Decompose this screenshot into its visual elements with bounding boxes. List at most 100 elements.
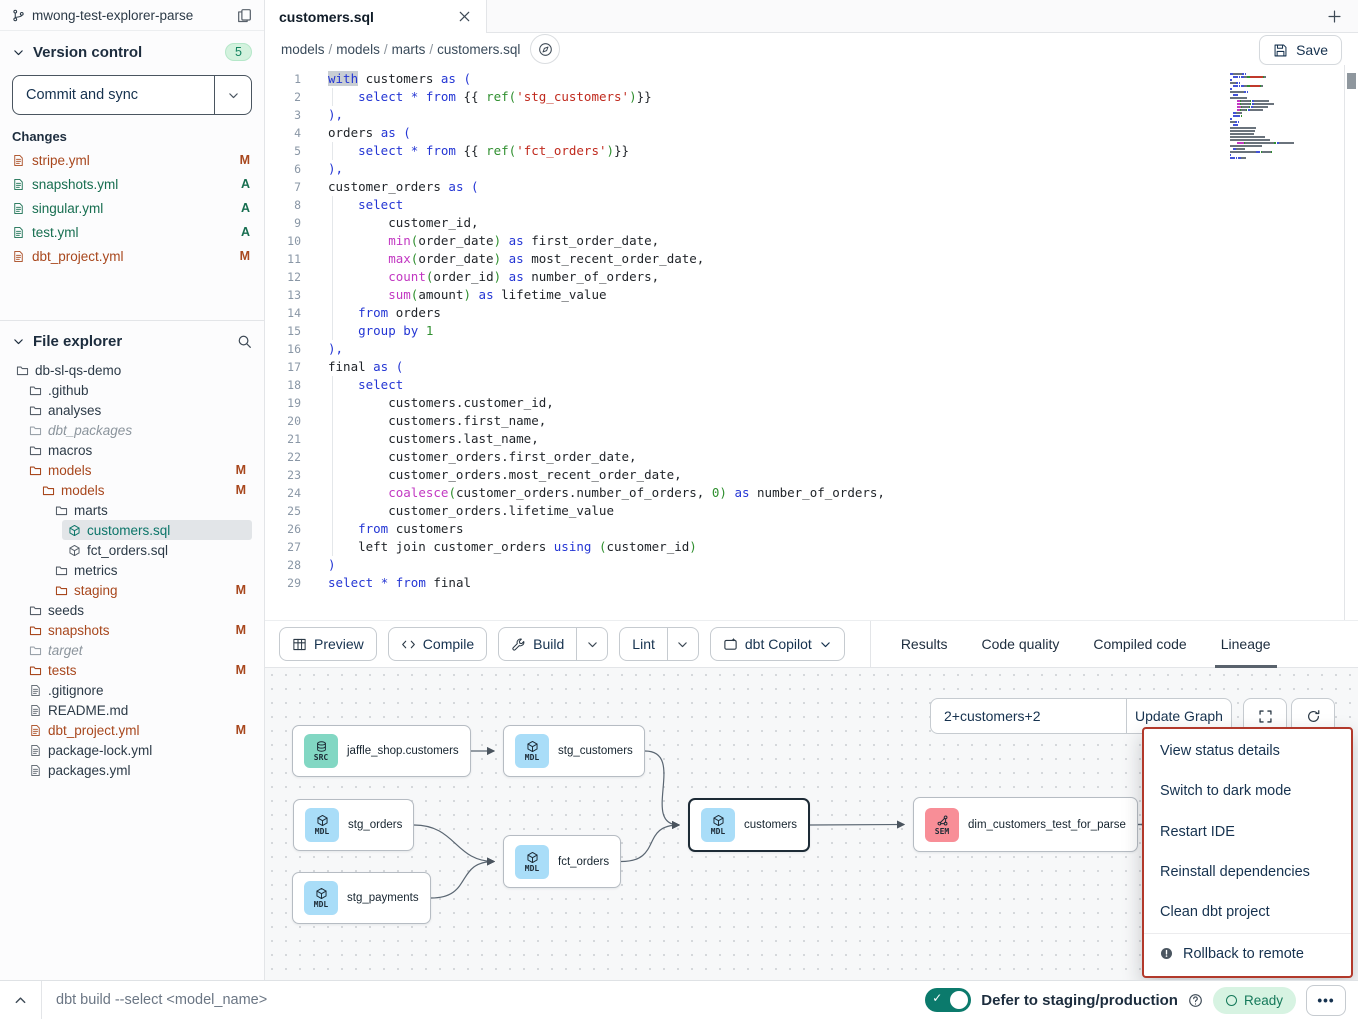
command-input[interactable]: dbt build --select <model_name> bbox=[56, 992, 267, 1008]
commit-options-dropdown[interactable] bbox=[214, 76, 251, 114]
tree-item-tests[interactable]: testsM bbox=[0, 660, 264, 680]
breadcrumb-segment[interactable]: models bbox=[281, 42, 325, 57]
code-line[interactable]: 9 customer_id, bbox=[265, 214, 1344, 232]
toolbar-button-compile[interactable]: Compile bbox=[388, 627, 487, 661]
breadcrumb-segment[interactable]: marts bbox=[392, 42, 426, 57]
lineage-node-stg_payments[interactable]: MDLstg_payments bbox=[292, 872, 431, 924]
menu-item-rollback-to-remote[interactable]: Rollback to remote bbox=[1144, 933, 1351, 974]
tree-item-dbt-packages[interactable]: dbt_packages bbox=[0, 420, 264, 440]
code-line[interactable]: 5 select * from {{ ref('fct_orders')}} bbox=[265, 142, 1344, 160]
editor-scrollbar[interactable] bbox=[1345, 65, 1358, 620]
defer-toggle[interactable]: ✓ bbox=[925, 988, 971, 1012]
menu-item-reinstall-dependencies[interactable]: Reinstall dependencies bbox=[1144, 852, 1351, 892]
close-icon[interactable] bbox=[457, 9, 472, 24]
code-line[interactable]: 10 min(order_date) as first_order_date, bbox=[265, 232, 1344, 250]
commit-and-sync-label[interactable]: Commit and sync bbox=[13, 76, 214, 114]
tree-item-models[interactable]: modelsM bbox=[0, 480, 264, 500]
code-line[interactable]: 20 customers.first_name, bbox=[265, 412, 1344, 430]
lineage-node-customers[interactable]: MDLcustomers bbox=[688, 798, 810, 852]
code-line[interactable]: 29select * from final bbox=[265, 574, 1344, 592]
breadcrumb-segment[interactable]: models bbox=[336, 42, 380, 57]
toolbar-button-lint-main[interactable]: Lint bbox=[620, 628, 667, 660]
tree-item-dbt-project-yml[interactable]: dbt_project.ymlM bbox=[0, 720, 264, 740]
tree-item--github[interactable]: .github bbox=[0, 380, 264, 400]
toolbar-button-dbt-copilot[interactable]: dbt Copilot bbox=[710, 627, 845, 661]
tab-lineage[interactable]: Lineage bbox=[1221, 620, 1271, 668]
code-line[interactable]: 15 group by 1 bbox=[265, 322, 1344, 340]
code-line[interactable]: 3), bbox=[265, 106, 1344, 124]
tree-item-package-lock-yml[interactable]: package-lock.yml bbox=[0, 740, 264, 760]
code-line[interactable]: 16), bbox=[265, 340, 1344, 358]
new-tab-button[interactable] bbox=[1310, 0, 1358, 32]
tree-item-target[interactable]: target bbox=[0, 640, 264, 660]
menu-item-view-status-details[interactable]: View status details bbox=[1144, 731, 1351, 771]
code-line[interactable]: 26 from customers bbox=[265, 520, 1344, 538]
code-line[interactable]: 8 select bbox=[265, 196, 1344, 214]
code-line[interactable]: 7customer_orders as ( bbox=[265, 178, 1344, 196]
change-row[interactable]: stripe.ymlM bbox=[0, 148, 264, 172]
code-line[interactable]: 19 customers.customer_id, bbox=[265, 394, 1344, 412]
copy-icon[interactable] bbox=[237, 8, 252, 23]
code-line[interactable]: 24 coalesce(customer_orders.number_of_or… bbox=[265, 484, 1344, 502]
code-line[interactable]: 4orders as ( bbox=[265, 124, 1344, 142]
change-row[interactable]: dbt_project.ymlM bbox=[0, 244, 264, 268]
more-options-button[interactable]: ••• bbox=[1306, 985, 1346, 1016]
code-line[interactable]: 28) bbox=[265, 556, 1344, 574]
tree-item-staging[interactable]: stagingM bbox=[0, 580, 264, 600]
toolbar-button-lint-dropdown[interactable] bbox=[667, 628, 698, 660]
toolbar-button-preview[interactable]: Preview bbox=[279, 627, 377, 661]
tree-item-models[interactable]: modelsM bbox=[0, 460, 264, 480]
tree-item-snapshots[interactable]: snapshotsM bbox=[0, 620, 264, 640]
code-line[interactable]: 21 customers.last_name, bbox=[265, 430, 1344, 448]
scrollbar-thumb[interactable] bbox=[1347, 73, 1356, 89]
open-in-explorer-button[interactable] bbox=[530, 34, 560, 64]
code-line[interactable]: 18 select bbox=[265, 376, 1344, 394]
code-line[interactable]: 22 customer_orders.first_order_date, bbox=[265, 448, 1344, 466]
save-button[interactable]: Save bbox=[1259, 35, 1342, 65]
code-line[interactable]: 12 count(order_id) as number_of_orders, bbox=[265, 268, 1344, 286]
code-line[interactable]: 14 from orders bbox=[265, 304, 1344, 322]
code-line[interactable]: 13 sum(amount) as lifetime_value bbox=[265, 286, 1344, 304]
tree-item-marts[interactable]: marts bbox=[0, 500, 264, 520]
minimap[interactable] bbox=[1230, 73, 1342, 160]
search-icon[interactable] bbox=[237, 334, 252, 349]
tree-item-metrics[interactable]: metrics bbox=[0, 560, 264, 580]
lineage-filter-input[interactable]: 2+customers+2 bbox=[931, 699, 1126, 733]
lineage-node-stg_orders[interactable]: MDLstg_orders bbox=[293, 799, 414, 851]
menu-item-restart-ide[interactable]: Restart IDE bbox=[1144, 812, 1351, 852]
code-line[interactable]: 25 customer_orders.lifetime_value bbox=[265, 502, 1344, 520]
toolbar-button-build-dropdown[interactable] bbox=[576, 628, 607, 660]
tab-customers-sql[interactable]: customers.sql bbox=[265, 0, 487, 33]
version-control-header[interactable]: Version control 5 bbox=[0, 31, 264, 69]
code-editor[interactable]: 1with customers as (2 select * from {{ r… bbox=[265, 65, 1345, 620]
menu-item-switch-to-dark-mode[interactable]: Switch to dark mode bbox=[1144, 771, 1351, 811]
tab-results[interactable]: Results bbox=[901, 620, 948, 668]
tree-item-macros[interactable]: macros bbox=[0, 440, 264, 460]
tab-code-quality[interactable]: Code quality bbox=[982, 620, 1060, 668]
change-row[interactable]: test.ymlA bbox=[0, 220, 264, 244]
tree-item-customers-sql[interactable]: customers.sql bbox=[0, 520, 264, 540]
lineage-node-stg_customers[interactable]: MDLstg_customers bbox=[503, 725, 645, 777]
tree-item-fct-orders-sql[interactable]: fct_orders.sql bbox=[0, 540, 264, 560]
code-line[interactable]: 23 customer_orders.most_recent_order_dat… bbox=[265, 466, 1344, 484]
toolbar-button-build-main[interactable]: Build bbox=[499, 628, 576, 660]
code-line[interactable]: 2 select * from {{ ref('stg_customers')}… bbox=[265, 88, 1344, 106]
help-icon[interactable] bbox=[1188, 993, 1203, 1008]
change-row[interactable]: singular.ymlA bbox=[0, 196, 264, 220]
menu-item-clean-dbt-project[interactable]: Clean dbt project bbox=[1144, 892, 1351, 932]
lineage-node-src_customers[interactable]: SRCjaffle_shop.customers bbox=[292, 725, 471, 777]
lineage-node-dim_customers[interactable]: SEMdim_customers_test_for_parse bbox=[913, 797, 1138, 852]
code-line[interactable]: 6), bbox=[265, 160, 1344, 178]
change-row[interactable]: snapshots.ymlA bbox=[0, 172, 264, 196]
tree-item--gitignore[interactable]: .gitignore bbox=[0, 680, 264, 700]
tree-item-seeds[interactable]: seeds bbox=[0, 600, 264, 620]
tree-item-db-sl-qs-demo[interactable]: db-sl-qs-demo bbox=[0, 360, 264, 380]
code-line[interactable]: 11 max(order_date) as most_recent_order_… bbox=[265, 250, 1344, 268]
code-line[interactable]: 27 left join customer_orders using (cust… bbox=[265, 538, 1344, 556]
breadcrumb-segment[interactable]: customers.sql bbox=[437, 42, 520, 57]
tree-item-README-md[interactable]: README.md bbox=[0, 700, 264, 720]
tree-item-packages-yml[interactable]: packages.yml bbox=[0, 760, 264, 780]
code-line[interactable]: 1with customers as ( bbox=[265, 70, 1344, 88]
commit-and-sync-button[interactable]: Commit and sync bbox=[12, 75, 252, 115]
code-line[interactable]: 17final as ( bbox=[265, 358, 1344, 376]
